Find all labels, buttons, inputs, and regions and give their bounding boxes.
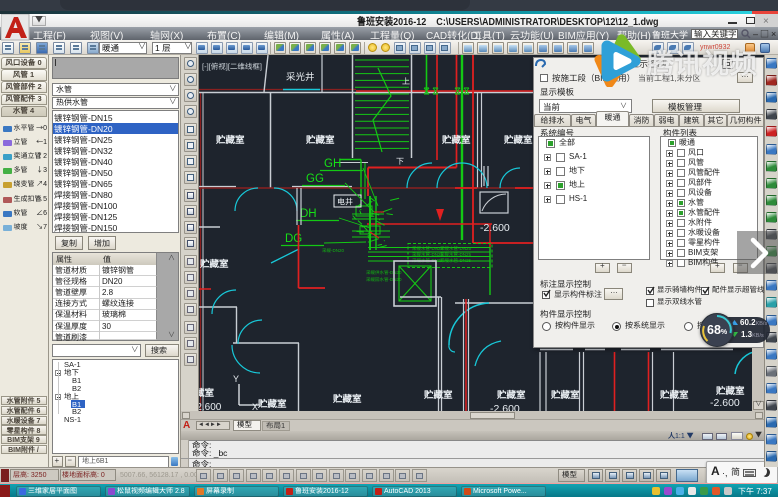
svg-text:DG: DG — [285, 230, 302, 246]
svg-text:贮藏室: 贮藏室 — [199, 256, 229, 270]
svg-text:-2.600: -2.600 — [199, 398, 222, 411]
svg-text:GG: GG — [306, 170, 324, 186]
svg-text:Y: Y — [233, 372, 239, 385]
svg-text:贮藏室: 贮藏室 — [332, 391, 362, 405]
svg-text:贮藏室: 贮藏室 — [423, 387, 453, 401]
svg-text:贮藏室: 贮藏室 — [215, 132, 245, 146]
svg-text:贮藏室: 贮藏室 — [441, 132, 471, 146]
svg-text:贮藏室: 贮藏室 — [305, 132, 335, 146]
svg-text:DH: DH — [300, 205, 317, 221]
svg-text:采暖供水管-DN20: 采暖供水管-DN20 — [366, 270, 402, 276]
svg-text:-2.600: -2.600 — [480, 220, 510, 235]
svg-text:采暖水管-DN25: 采暖水管-DN25 — [440, 258, 472, 264]
svg-text:下: 下 — [396, 156, 404, 167]
svg-text:[-][俯视][二维线框]: [-][俯视][二维线框] — [202, 61, 262, 72]
svg-text:藏室: 藏室 — [199, 385, 215, 399]
svg-text:采暖-DN20: 采暖-DN20 — [322, 248, 345, 254]
svg-text:贮藏室: 贮藏室 — [496, 387, 526, 401]
svg-text:贮藏室: 贮藏室 — [659, 387, 689, 401]
svg-text:电井: 电井 — [337, 197, 353, 208]
svg-text:-2.600: -2.600 — [490, 401, 520, 411]
svg-text:采光井: 采光井 — [286, 69, 315, 83]
svg-text:贮藏室: 贮藏室 — [257, 396, 287, 410]
svg-text:上: 上 — [402, 76, 410, 87]
svg-text:GH: GH — [324, 155, 341, 171]
svg-text:贮藏室: 贮藏室 — [550, 387, 580, 401]
svg-text:-2.600: -2.600 — [710, 395, 740, 410]
svg-text:采暖回水管-DN20: 采暖回水管-DN20 — [366, 277, 402, 283]
svg-text:贮藏室: 贮藏室 — [503, 132, 533, 146]
